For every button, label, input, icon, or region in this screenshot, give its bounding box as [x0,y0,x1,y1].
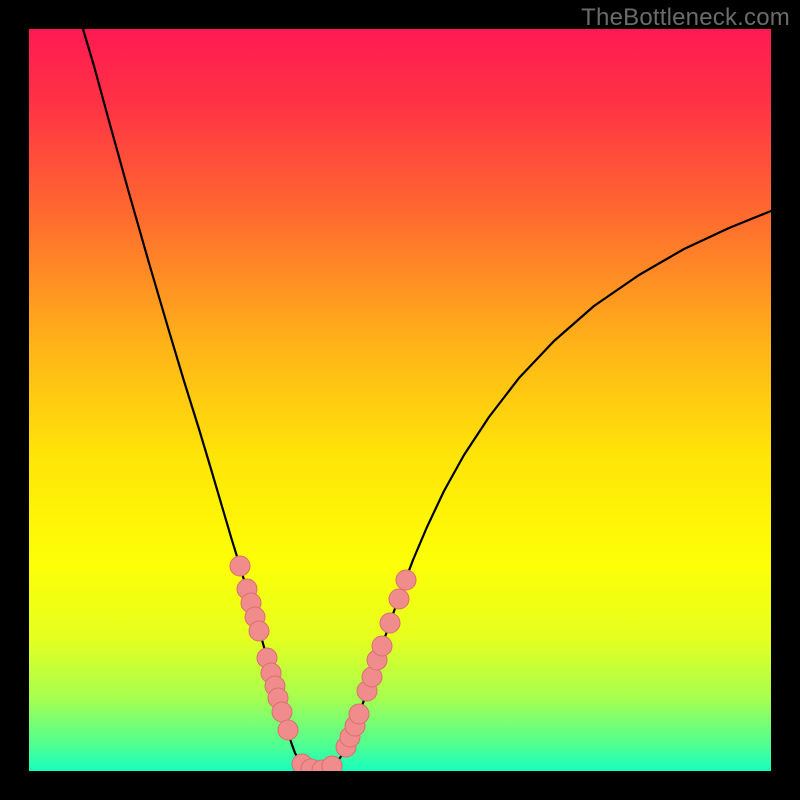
cluster-dot [380,613,400,633]
gradient-background [29,29,771,771]
cluster-dot [389,589,409,609]
cluster-dot [272,702,292,722]
cluster-dot [349,704,369,724]
cluster-dot [372,636,392,656]
cluster-dot [249,621,269,641]
chart-svg [29,29,771,771]
cluster-dot [278,720,298,740]
cluster-dot [396,570,416,590]
watermark-text: TheBottleneck.com [581,4,790,32]
outer-frame: TheBottleneck.com [0,0,800,800]
plot-area [29,29,771,771]
cluster-dot [230,556,250,576]
cluster-dot [322,756,342,771]
